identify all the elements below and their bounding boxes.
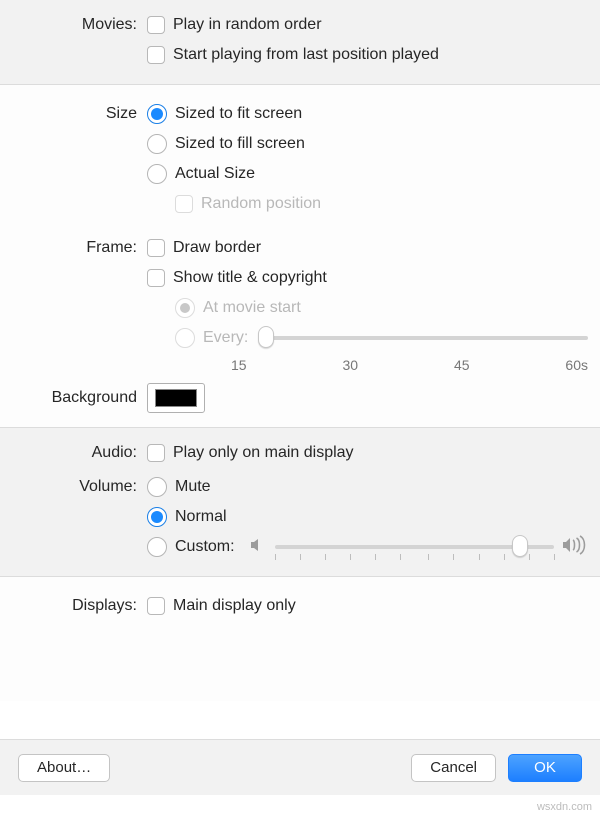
label-size-fit: Sized to fit screen bbox=[175, 105, 302, 123]
background-swatch bbox=[155, 389, 197, 407]
section-movies: Movies: Play in random order Start playi… bbox=[0, 0, 600, 84]
checkbox-resume-last[interactable] bbox=[147, 46, 165, 64]
section-audio: Audio: Play only on main display Volume:… bbox=[0, 427, 600, 576]
background-color-well[interactable] bbox=[147, 383, 205, 413]
checkbox-draw-border[interactable] bbox=[147, 239, 165, 257]
background-label: Background bbox=[12, 389, 147, 407]
cancel-button[interactable]: Cancel bbox=[411, 754, 496, 782]
checkbox-show-title[interactable] bbox=[147, 269, 165, 287]
label-volume-custom: Custom: bbox=[175, 538, 235, 556]
checkbox-random-order[interactable] bbox=[147, 16, 165, 34]
section-size-frame: Size Sized to fit screen Sized to fill s… bbox=[0, 84, 600, 427]
footer: About… Cancel OK bbox=[0, 739, 600, 795]
audio-label: Audio: bbox=[12, 438, 147, 462]
radio-volume-normal[interactable] bbox=[147, 507, 167, 527]
slider-volume[interactable] bbox=[275, 534, 554, 560]
label-resume-last: Start playing from last position played bbox=[173, 46, 439, 64]
watermark: wsxdn.com bbox=[537, 801, 592, 813]
label-show-title: Show title & copyright bbox=[173, 269, 327, 287]
ok-button[interactable]: OK bbox=[508, 754, 582, 782]
speaker-high-icon bbox=[562, 535, 588, 560]
label-volume-mute: Mute bbox=[175, 478, 211, 496]
radio-every bbox=[175, 328, 195, 348]
label-random-position: Random position bbox=[201, 195, 321, 213]
tick-60s: 60s bbox=[565, 357, 588, 373]
label-volume-normal: Normal bbox=[175, 508, 227, 526]
tick-30: 30 bbox=[342, 357, 358, 373]
label-audio-main: Play only on main display bbox=[173, 444, 354, 462]
slider-title-interval bbox=[258, 325, 588, 351]
volume-label: Volume: bbox=[12, 472, 147, 496]
label-draw-border: Draw border bbox=[173, 239, 261, 257]
frame-label: Frame: bbox=[12, 233, 147, 257]
radio-volume-mute[interactable] bbox=[147, 477, 167, 497]
radio-size-fill[interactable] bbox=[147, 134, 167, 154]
label-random-order: Play in random order bbox=[173, 16, 322, 34]
speaker-low-icon bbox=[249, 536, 267, 559]
section-displays: Displays: Main display only bbox=[0, 576, 600, 701]
tick-15: 15 bbox=[231, 357, 247, 373]
label-size-fill: Sized to fill screen bbox=[175, 135, 305, 153]
radio-at-movie-start bbox=[175, 298, 195, 318]
displays-label: Displays: bbox=[12, 591, 147, 615]
checkbox-main-display-only[interactable] bbox=[147, 597, 165, 615]
checkbox-random-position bbox=[175, 195, 193, 213]
label-main-display-only: Main display only bbox=[173, 597, 296, 615]
radio-size-fit[interactable] bbox=[147, 104, 167, 124]
size-label: Size bbox=[12, 99, 147, 123]
radio-volume-custom[interactable] bbox=[147, 537, 167, 557]
tick-45: 45 bbox=[454, 357, 470, 373]
radio-size-actual[interactable] bbox=[147, 164, 167, 184]
checkbox-audio-main[interactable] bbox=[147, 444, 165, 462]
about-button[interactable]: About… bbox=[18, 754, 110, 782]
label-every: Every: bbox=[203, 329, 248, 347]
label-at-movie-start: At movie start bbox=[203, 299, 301, 317]
label-size-actual: Actual Size bbox=[175, 165, 255, 183]
movies-label: Movies: bbox=[12, 10, 147, 34]
